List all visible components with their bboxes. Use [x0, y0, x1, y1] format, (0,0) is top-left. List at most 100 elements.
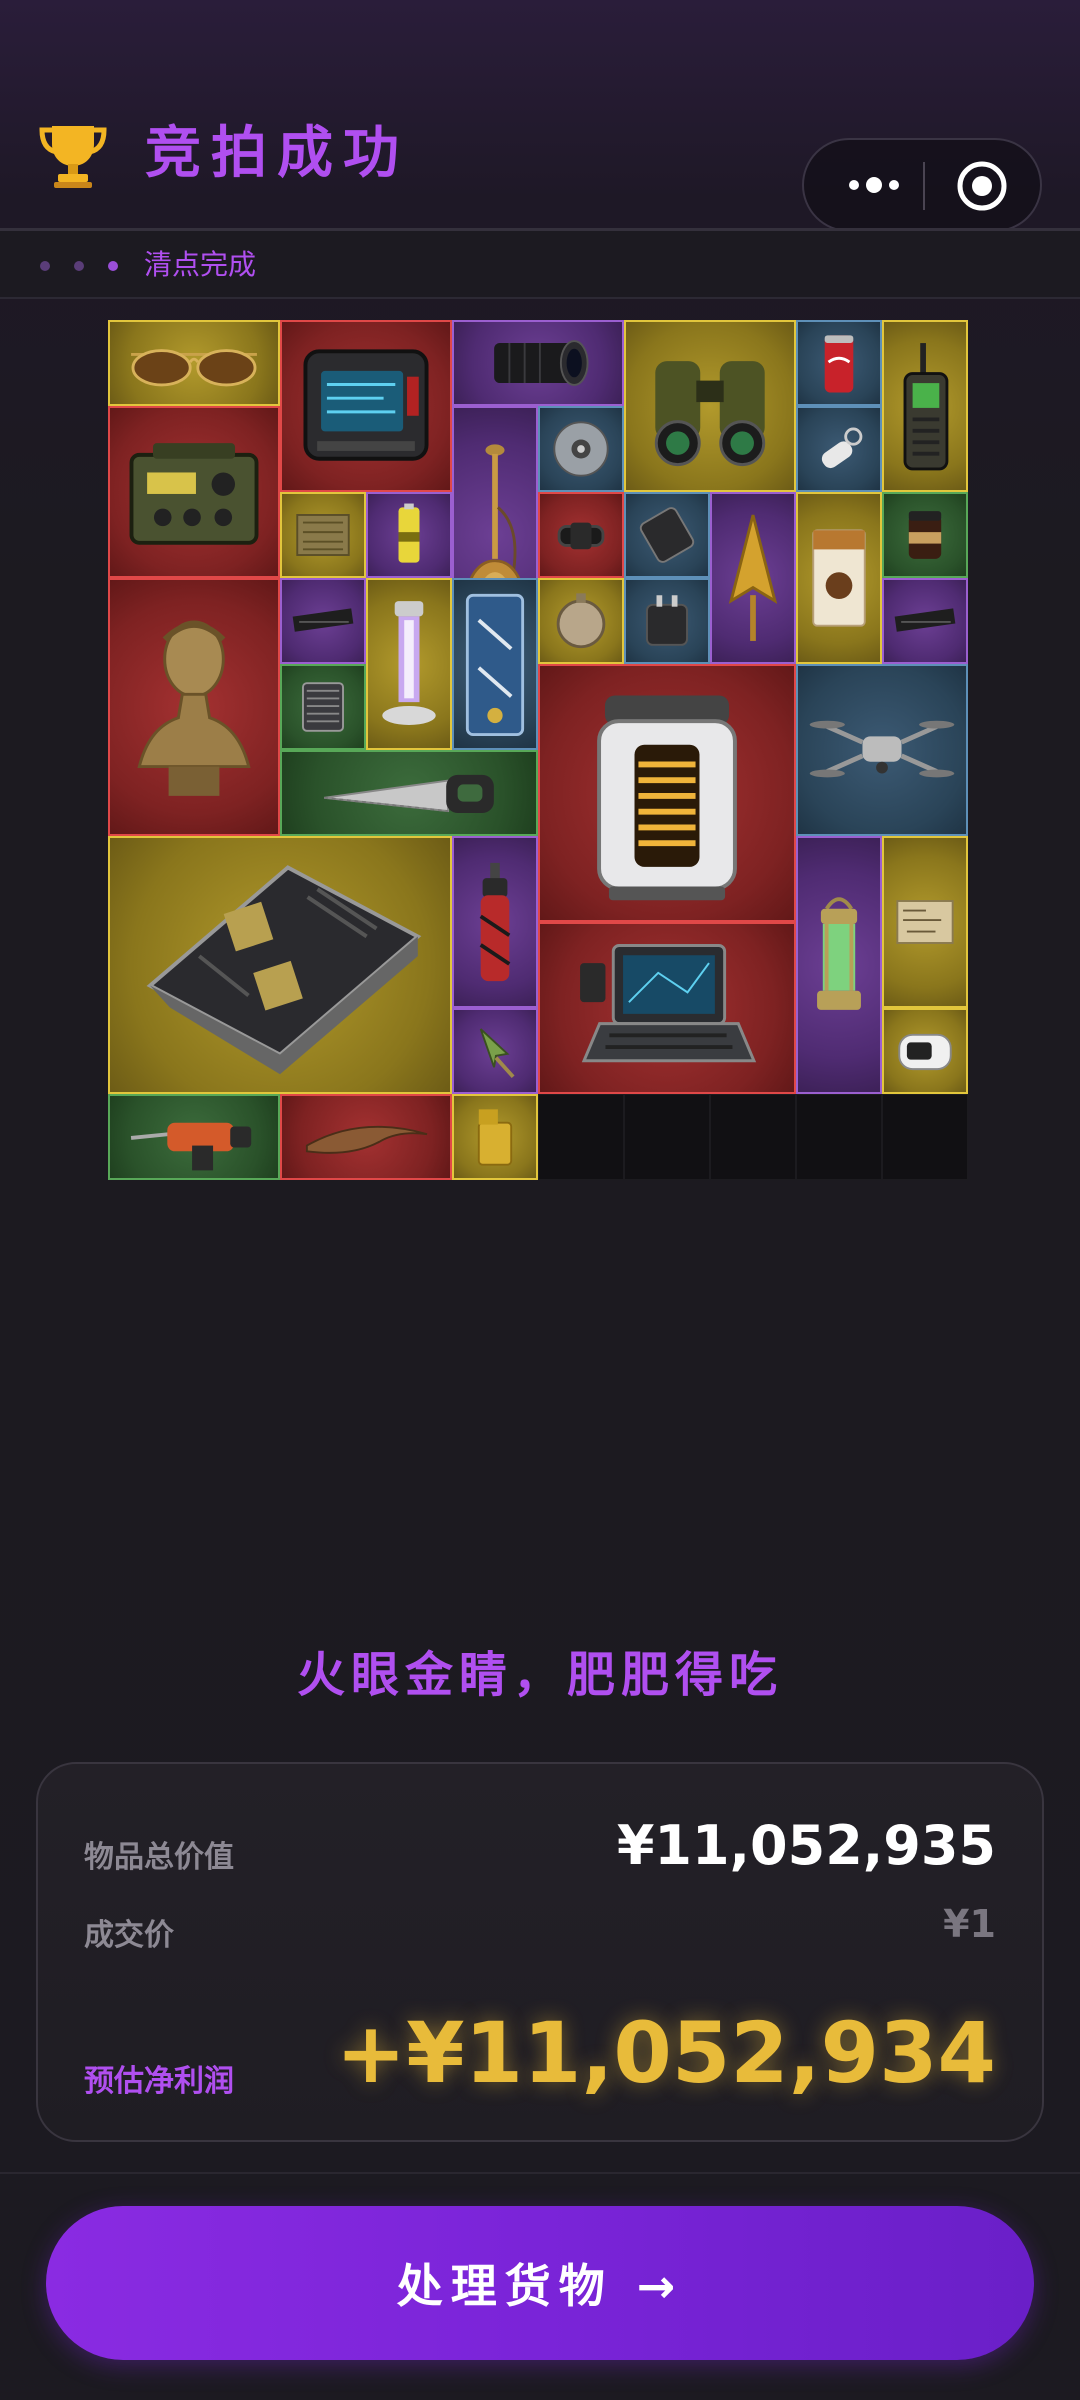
mini-program-capsule — [802, 138, 1042, 232]
item-lighter[interactable] — [452, 1094, 538, 1180]
empty-slot[interactable] — [538, 1094, 624, 1180]
empty-slot[interactable] — [796, 1094, 882, 1180]
slogan-text: 火眼金睛，肥肥得吃 — [296, 1647, 783, 1703]
empty-slot[interactable] — [882, 1094, 968, 1180]
profit-label: 预估净利润 — [84, 2064, 234, 2099]
item-pulse-oximeter[interactable] — [882, 1008, 968, 1094]
page-title: 竞拍成功 — [145, 121, 409, 186]
sunglasses-icon — [131, 349, 257, 387]
item-spear-tip[interactable] — [452, 1008, 538, 1094]
header: 竞拍成功 — [0, 0, 1080, 232]
status-dot-icon — [108, 261, 118, 271]
memory-stick-icon — [894, 608, 956, 632]
item-phone[interactable] — [624, 492, 710, 578]
tool-case-icon — [465, 593, 525, 736]
arrowhead-icon — [728, 514, 778, 641]
footer-divider — [0, 2172, 1080, 2174]
item-marble-bust[interactable] — [108, 578, 280, 836]
item-uv-lamp[interactable] — [366, 578, 452, 750]
data-disc-icon — [553, 421, 609, 477]
circuit-board-icon — [296, 514, 350, 556]
item-tool-case[interactable] — [452, 578, 538, 750]
item-coffee-box[interactable] — [796, 492, 882, 664]
item-usb-drive[interactable] — [796, 406, 882, 492]
item-sunglasses[interactable] — [108, 320, 280, 406]
item-military-radio[interactable] — [108, 406, 280, 578]
item-gas-torch[interactable] — [452, 836, 538, 1008]
camera-lens-icon — [494, 340, 589, 386]
item-memory-stick[interactable] — [280, 578, 366, 664]
status-dot-icon — [74, 261, 84, 271]
status-bar: 清点完成 — [0, 231, 1080, 299]
item-camera-lens[interactable] — [452, 320, 624, 406]
item-walkie-talkie[interactable] — [882, 320, 968, 492]
spear-tip-icon — [479, 1028, 515, 1079]
lantern-icon — [817, 897, 861, 1010]
capsule-divider — [923, 162, 925, 210]
item-golden-arrowhead[interactable] — [710, 492, 796, 664]
soda-can-icon — [824, 335, 854, 393]
empty-slot[interactable] — [710, 1094, 796, 1180]
item-soda-can[interactable] — [796, 320, 882, 406]
item-lantern[interactable] — [796, 836, 882, 1094]
target-close-icon[interactable] — [954, 158, 1010, 214]
item-reactor-core[interactable] — [538, 664, 796, 922]
power-drill-icon — [130, 1122, 252, 1171]
coffee-jar-icon — [908, 511, 942, 559]
empty-slot[interactable] — [624, 1094, 710, 1180]
item-battery[interactable] — [366, 492, 452, 578]
summary-card: 物品总价值 ¥11,052,935 成交价 ¥1 预估净利润 +¥11,052,… — [36, 1762, 1044, 2142]
pulse-oximeter-icon — [898, 1033, 952, 1071]
walkie-talkie-icon — [903, 343, 949, 471]
status-text: 清点完成 — [144, 248, 257, 281]
trophy-icon — [39, 126, 107, 188]
deal-price: ¥1 — [943, 1902, 996, 1946]
item-memory-stick-2[interactable] — [882, 578, 968, 664]
item-cpu-cooler[interactable] — [280, 664, 366, 750]
uv-lamp-icon — [382, 601, 436, 726]
item-circuit-board[interactable] — [280, 492, 366, 578]
coffee-box-icon — [812, 529, 866, 627]
power-adapter-icon — [646, 595, 688, 646]
reactor-core-icon — [597, 695, 737, 901]
item-power-adapter[interactable] — [624, 578, 710, 664]
status-dot-icon — [40, 261, 50, 271]
item-data-disc[interactable] — [538, 406, 624, 492]
military-radio-icon — [129, 443, 259, 545]
item-fossil-claw[interactable] — [280, 1094, 452, 1180]
item-smartwatch[interactable] — [538, 492, 624, 578]
server-motherboard-icon — [146, 865, 422, 1075]
status-divider — [0, 297, 1080, 299]
smartwatch-icon — [557, 522, 605, 550]
item-old-map[interactable] — [882, 836, 968, 1008]
drone-icon — [809, 720, 955, 778]
lighter-icon — [477, 1109, 513, 1166]
rugged-laptop-icon — [580, 944, 757, 1063]
bust-icon — [137, 620, 251, 796]
gas-torch-icon — [479, 862, 511, 982]
cpu-cooler-icon — [302, 682, 344, 732]
radio-monitor-icon — [303, 349, 429, 461]
item-pocket-watch[interactable] — [538, 578, 624, 664]
item-coffee-jar[interactable] — [882, 492, 968, 578]
item-rugged-laptop[interactable] — [538, 922, 796, 1094]
item-binoculars[interactable] — [624, 320, 796, 492]
binoculars-icon — [654, 361, 766, 467]
total-value-label: 物品总价值 — [84, 1840, 234, 1875]
pocket-watch-icon — [556, 593, 606, 649]
item-field-radio-monitor[interactable] — [280, 320, 452, 492]
battery-icon — [398, 503, 420, 563]
usb-drive-icon — [821, 427, 863, 469]
item-hand-saw[interactable] — [280, 750, 538, 836]
more-dots-icon[interactable] — [834, 140, 914, 230]
process-goods-button[interactable]: 处理货物 → — [46, 2206, 1034, 2360]
deal-price-label: 成交价 — [84, 1918, 174, 1953]
total-value: ¥11,052,935 — [616, 1814, 996, 1877]
hand-saw-icon — [324, 774, 494, 814]
item-power-drill[interactable] — [108, 1094, 280, 1180]
phone-icon — [639, 507, 695, 563]
fossil-claw-icon — [305, 1125, 428, 1154]
item-server-motherboard[interactable] — [108, 836, 452, 1094]
profit-value: +¥11,052,934 — [335, 2004, 996, 2102]
item-drone[interactable] — [796, 664, 968, 836]
